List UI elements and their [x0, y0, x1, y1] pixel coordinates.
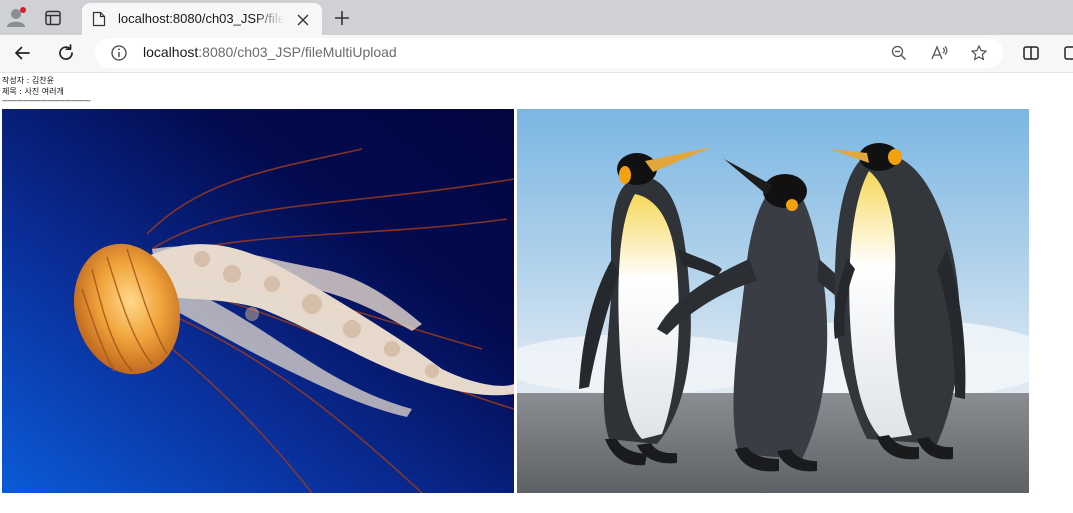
refresh-icon[interactable]	[56, 43, 76, 63]
page-content: 작성자 : 김찬윤 제목 : 사진 여러개 ------------------…	[0, 73, 1073, 513]
zoom-out-icon[interactable]	[890, 44, 908, 62]
back-icon[interactable]	[12, 43, 32, 63]
divider: -------------------------------------	[2, 96, 91, 105]
page-icon	[92, 11, 106, 27]
tab-actions-icon[interactable]	[44, 9, 62, 27]
author-line: 작성자 : 김찬윤	[2, 76, 54, 85]
favorite-icon[interactable]	[970, 44, 988, 62]
jellyfish-image	[2, 109, 514, 493]
penguins-image	[517, 109, 1029, 493]
tab-strip: localhost:8080/ch03_JSP/fileMultiUpload	[0, 0, 1073, 35]
url-host: localhost	[143, 44, 199, 60]
profile-icon[interactable]	[6, 6, 28, 28]
notification-dot	[20, 7, 26, 13]
tab-title: localhost:8080/ch03_JSP/fileMultiUpload	[118, 11, 284, 26]
close-icon[interactable]	[296, 12, 310, 26]
active-tab[interactable]: localhost:8080/ch03_JSP/fileMultiUpload	[82, 3, 322, 35]
url-text[interactable]: localhost:8080/ch03_JSP/fileMultiUpload	[143, 44, 397, 62]
new-tab-icon[interactable]	[333, 9, 351, 27]
toolbar: localhost:8080/ch03_JSP/fileMultiUpload	[0, 35, 1073, 73]
url-path: :8080/ch03_JSP/fileMultiUpload	[198, 44, 397, 60]
address-bar[interactable]: localhost:8080/ch03_JSP/fileMultiUpload	[95, 38, 1003, 68]
site-info-icon[interactable]	[110, 44, 128, 62]
split-screen-icon[interactable]	[1021, 43, 1041, 63]
overflow-icon[interactable]	[1062, 43, 1073, 63]
read-aloud-icon[interactable]	[930, 44, 948, 62]
